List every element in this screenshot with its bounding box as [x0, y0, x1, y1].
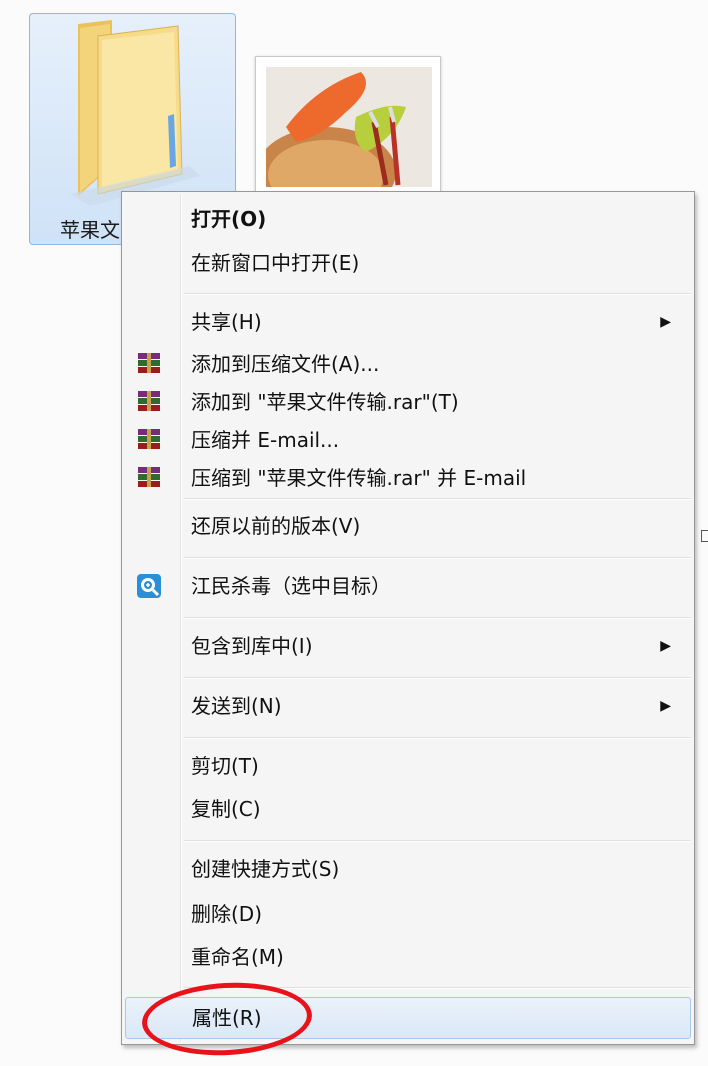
submenu-arrow-icon: ▶ — [660, 314, 671, 330]
winrar-icon — [138, 391, 160, 411]
menu-item-label: 剪切(T) — [191, 754, 259, 778]
menu-item-restore-versions[interactable]: 还原以前的版本(V) — [125, 507, 691, 545]
folder-label: 苹果文 — [60, 218, 120, 242]
menu-item-compress-email[interactable]: 压缩并 E-mail... — [125, 421, 691, 459]
menu-item-label: 压缩到 "苹果文件传输.rar" 并 E-mail — [191, 466, 527, 490]
menu-separator — [184, 617, 691, 619]
menu-item-create-shortcut[interactable]: 创建快捷方式(S) — [125, 850, 691, 888]
menu-item-label: 删除(D) — [191, 902, 263, 926]
menu-item-label: 发送到(N) — [191, 694, 282, 718]
menu-item-add-to-archive[interactable]: 添加到压缩文件(A)... — [125, 345, 691, 383]
menu-item-label: 重命名(M) — [191, 945, 284, 969]
menu-item-label: 江民杀毒（选中目标） — [191, 574, 391, 598]
menu-separator — [184, 557, 691, 559]
menu-item-label: 包含到库中(I) — [191, 634, 313, 658]
menu-item-label: 复制(C) — [191, 797, 261, 821]
folder-icon — [70, 20, 200, 206]
winrar-icon — [138, 467, 160, 487]
menu-item-label: 添加到 "苹果文件传输.rar"(T) — [191, 390, 459, 414]
menu-item-compress-rar-email[interactable]: 压缩到 "苹果文件传输.rar" 并 E-mail — [125, 459, 691, 497]
context-menu: 打开(O) 在新窗口中打开(E) 共享(H) ▶ 添加到压缩文件(A)... 添… — [121, 191, 695, 1045]
menu-item-label: 打开(O) — [191, 207, 267, 231]
image-thumbnail[interactable] — [255, 56, 441, 196]
menu-item-antivirus-scan[interactable]: 江民杀毒（选中目标） — [125, 567, 691, 605]
menu-item-rename[interactable]: 重命名(M) — [125, 938, 691, 976]
menu-item-open[interactable]: 打开(O) — [125, 200, 691, 238]
menu-item-copy[interactable]: 复制(C) — [125, 790, 691, 828]
menu-item-label: 添加到压缩文件(A)... — [191, 352, 380, 376]
menu-separator — [184, 498, 691, 500]
menu-item-delete[interactable]: 删除(D) — [125, 895, 691, 933]
menu-item-open-new-window[interactable]: 在新窗口中打开(E) — [125, 244, 691, 282]
menu-separator — [184, 293, 691, 295]
submenu-arrow-icon: ▶ — [660, 698, 671, 714]
menu-item-label: 还原以前的版本(V) — [191, 514, 361, 538]
antivirus-icon — [137, 574, 161, 598]
menu-item-send-to[interactable]: 发送到(N) ▶ — [125, 687, 691, 725]
menu-separator — [184, 840, 691, 842]
paint-image-icon — [266, 67, 432, 187]
menu-item-add-to-rar[interactable]: 添加到 "苹果文件传输.rar"(T) — [125, 383, 691, 421]
winrar-icon — [138, 429, 160, 449]
menu-item-label: 压缩并 E-mail... — [191, 428, 340, 452]
menu-separator — [184, 737, 691, 739]
winrar-icon — [138, 353, 160, 373]
menu-item-share[interactable]: 共享(H) ▶ — [125, 303, 691, 341]
menu-item-include-in-library[interactable]: 包含到库中(I) ▶ — [125, 627, 691, 665]
menu-item-label: 在新窗口中打开(E) — [191, 251, 360, 275]
menu-item-label: 创建快捷方式(S) — [191, 857, 340, 881]
menu-item-label: 共享(H) — [191, 310, 262, 334]
menu-separator — [184, 677, 691, 679]
menu-item-cut[interactable]: 剪切(T) — [125, 747, 691, 785]
submenu-arrow-icon: ▶ — [660, 638, 671, 654]
